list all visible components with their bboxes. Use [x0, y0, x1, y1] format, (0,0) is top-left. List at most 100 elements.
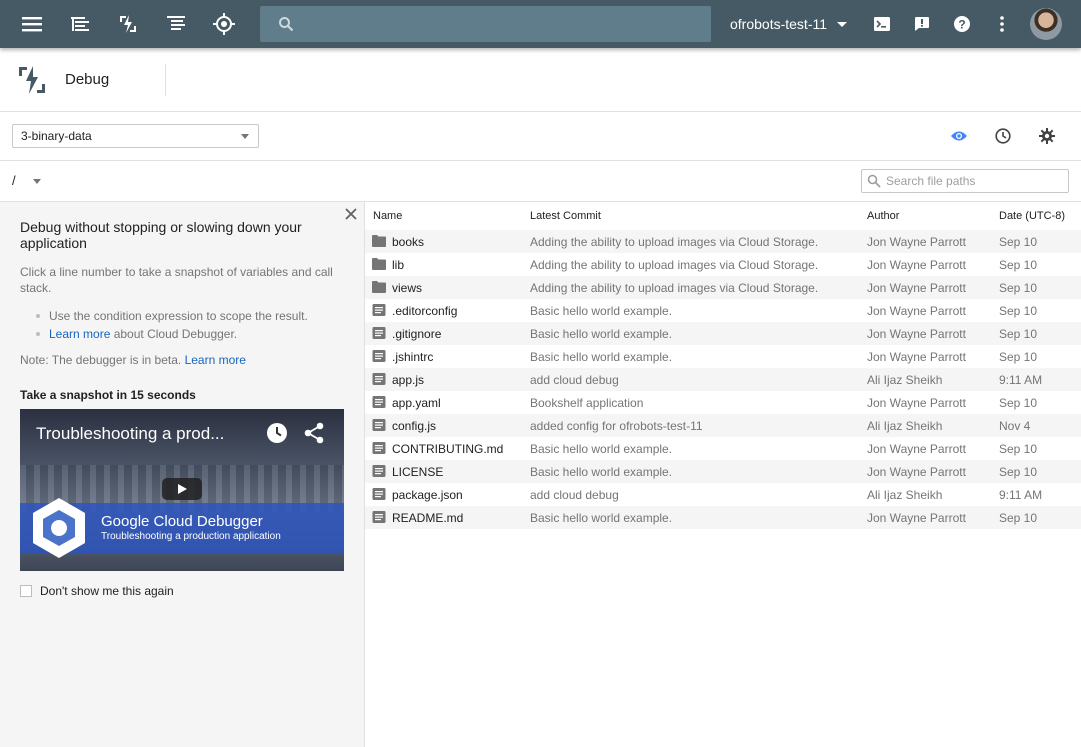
- more-vert-icon[interactable]: [986, 8, 1018, 40]
- file-name[interactable]: package.json: [392, 488, 463, 502]
- table-row[interactable]: config.js added config for ofrobots-test-…: [365, 414, 1081, 437]
- avatar[interactable]: [1030, 8, 1062, 40]
- dont-show-again-option[interactable]: Don't show me this again: [20, 584, 174, 598]
- table-header: Name Latest Commit Author Date (UTC-8): [365, 202, 1081, 230]
- table-row[interactable]: views Adding the ability to upload images…: [365, 276, 1081, 299]
- header-divider: [165, 64, 166, 96]
- latest-commit: Adding the ability to upload images via …: [530, 235, 819, 249]
- file-name[interactable]: CONTRIBUTING.md: [392, 442, 503, 456]
- project-selector[interactable]: ofrobots-test-11: [730, 14, 848, 34]
- search-input[interactable]: [304, 6, 704, 42]
- menu-icon[interactable]: [16, 8, 48, 40]
- date: Sep 10: [999, 327, 1038, 341]
- author: Jon Wayne Parrott: [867, 281, 966, 295]
- file-name[interactable]: lib: [392, 258, 404, 272]
- page-header: Debug: [0, 48, 1081, 112]
- file-name[interactable]: .gitignore: [392, 327, 441, 341]
- help-icon[interactable]: ?: [946, 8, 978, 40]
- file-icon: [372, 465, 386, 477]
- author: Jon Wayne Parrott: [867, 235, 966, 249]
- video-title: Troubleshooting a prod...: [36, 424, 225, 443]
- latest-commit: add cloud debug: [530, 373, 619, 387]
- date: Sep 10: [999, 442, 1038, 456]
- latest-commit: Basic hello world example.: [530, 327, 673, 341]
- author: Ali Ijaz Sheikh: [867, 419, 943, 433]
- share-icon[interactable]: [304, 422, 324, 444]
- page-title: Debug: [65, 71, 110, 88]
- file-name[interactable]: app.js: [392, 373, 424, 387]
- table-row[interactable]: LICENSE Basic hello world example. Jon Way…: [365, 460, 1081, 483]
- watch-later-icon[interactable]: [266, 422, 288, 444]
- table-row[interactable]: app.js add cloud debug Ali Ijaz Sheikh 9:11…: [365, 368, 1081, 391]
- eye-icon[interactable]: [949, 126, 969, 146]
- stackdriver-logging-icon[interactable]: [64, 8, 96, 40]
- table-row[interactable]: .gitignore Basic hello world example. Jon …: [365, 322, 1081, 345]
- video-subtitle: Troubleshooting a production application: [101, 531, 281, 542]
- file-icon: [372, 396, 386, 408]
- monitoring-icon[interactable]: [208, 8, 240, 40]
- chevron-down-icon: [837, 21, 848, 27]
- dont-show-checkbox[interactable]: [20, 585, 32, 597]
- file-name[interactable]: config.js: [392, 419, 436, 433]
- file-name[interactable]: books: [392, 235, 424, 249]
- table-body: books Adding the ability to upload images…: [365, 230, 1081, 529]
- file-path-search[interactable]: [861, 169, 1069, 193]
- table-row[interactable]: .jshintrc Basic hello world example. Jon W…: [365, 345, 1081, 368]
- file-icon: [372, 488, 386, 500]
- debug-icon[interactable]: [112, 8, 144, 40]
- history-icon[interactable]: [993, 126, 1013, 146]
- latest-commit: Basic hello world example.: [530, 350, 673, 364]
- breadcrumb[interactable]: /: [12, 173, 16, 188]
- table-row[interactable]: lib Adding the ability to upload images v…: [365, 253, 1081, 276]
- list-item-text: Use the condition expression to scope th…: [49, 309, 308, 323]
- beta-learn-more-link[interactable]: Learn more: [185, 353, 246, 367]
- date: Sep 10: [999, 350, 1038, 364]
- table-row[interactable]: package.json add cloud debug Ali Ijaz Shei…: [365, 483, 1081, 506]
- table-row[interactable]: .editorconfig Basic hello world example. J…: [365, 299, 1081, 322]
- date: Sep 10: [999, 258, 1038, 272]
- author: Jon Wayne Parrott: [867, 258, 966, 272]
- file-path-search-input[interactable]: [886, 170, 1066, 192]
- list-item: Learn more about Cloud Debugger.: [36, 325, 346, 343]
- column-header-date[interactable]: Date (UTC-8): [999, 210, 1065, 222]
- chevron-down-icon[interactable]: [33, 179, 41, 184]
- file-name[interactable]: views: [392, 281, 422, 295]
- trace-icon[interactable]: [160, 8, 192, 40]
- table-row[interactable]: CONTRIBUTING.md Basic hello world example…: [365, 437, 1081, 460]
- search-bar[interactable]: [260, 6, 711, 42]
- file-icon: [372, 373, 386, 385]
- svg-text:?: ?: [958, 18, 965, 32]
- folder-icon: [372, 258, 386, 270]
- column-header-author[interactable]: Author: [867, 210, 899, 222]
- beta-note: Note: The debugger is in beta. Learn mor…: [20, 353, 246, 367]
- table-row[interactable]: README.md Basic hello world example. Jon W…: [365, 506, 1081, 529]
- file-name[interactable]: README.md: [392, 511, 463, 525]
- cloud-shell-icon[interactable]: [866, 8, 898, 40]
- learn-more-link[interactable]: Learn more: [49, 327, 110, 341]
- video-brand: Google Cloud Debugger: [101, 513, 263, 530]
- file-icon: [372, 511, 386, 523]
- author: Jon Wayne Parrott: [867, 327, 966, 341]
- file-table: Name Latest Commit Author Date (UTC-8) b…: [365, 202, 1081, 529]
- file-name[interactable]: .editorconfig: [392, 304, 457, 318]
- table-row[interactable]: books Adding the ability to upload images…: [365, 230, 1081, 253]
- file-name[interactable]: app.yaml: [392, 396, 441, 410]
- source-select[interactable]: 3-binary-data: [12, 124, 259, 148]
- feedback-icon[interactable]: [906, 8, 938, 40]
- video-player[interactable]: Troubleshooting a prod... Google Cloud D…: [20, 409, 344, 571]
- column-header-commit[interactable]: Latest Commit: [530, 210, 601, 222]
- source-select-value: 3-binary-data: [21, 129, 92, 143]
- latest-commit: Adding the ability to upload images via …: [530, 281, 819, 295]
- author: Jon Wayne Parrott: [867, 465, 966, 479]
- folder-icon: [372, 235, 386, 247]
- file-name[interactable]: .jshintrc: [392, 350, 433, 364]
- column-header-name[interactable]: Name: [373, 210, 402, 222]
- date: Sep 10: [999, 235, 1038, 249]
- date: Sep 10: [999, 465, 1038, 479]
- play-icon[interactable]: [162, 478, 202, 500]
- settings-icon[interactable]: [1037, 126, 1057, 146]
- file-name[interactable]: LICENSE: [392, 465, 443, 479]
- cloud-debugger-logo-icon: [33, 498, 85, 558]
- close-icon[interactable]: [344, 207, 358, 221]
- table-row[interactable]: app.yaml Bookshelf application Jon Wayne P…: [365, 391, 1081, 414]
